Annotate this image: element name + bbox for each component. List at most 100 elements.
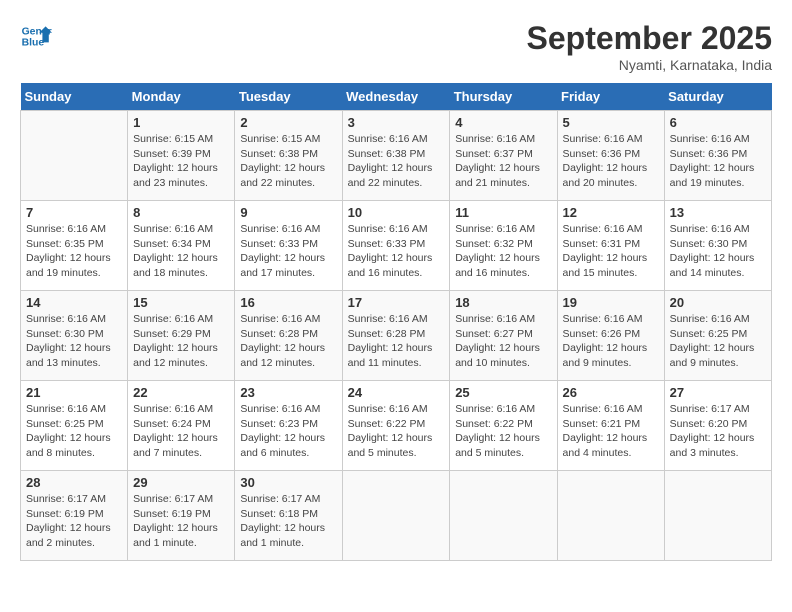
day-info: Sunrise: 6:16 AM Sunset: 6:22 PM Dayligh…: [455, 402, 551, 461]
day-info: Sunrise: 6:16 AM Sunset: 6:21 PM Dayligh…: [563, 402, 659, 461]
calendar-cell: 3 Sunrise: 6:16 AM Sunset: 6:38 PM Daylig…: [342, 111, 450, 201]
day-info: Sunrise: 6:16 AM Sunset: 6:26 PM Dayligh…: [563, 312, 659, 371]
day-info: Sunrise: 6:16 AM Sunset: 6:36 PM Dayligh…: [563, 132, 659, 191]
day-info: Sunrise: 6:16 AM Sunset: 6:33 PM Dayligh…: [240, 222, 336, 281]
day-number: 10: [348, 205, 445, 220]
day-number: 7: [26, 205, 122, 220]
day-info: Sunrise: 6:16 AM Sunset: 6:30 PM Dayligh…: [26, 312, 122, 371]
calendar-cell: 26 Sunrise: 6:16 AM Sunset: 6:21 PM Dayli…: [557, 381, 664, 471]
calendar-cell: 18Sunrise: 6:16 AM Sunset: 6:27 PM Dayli…: [450, 291, 557, 381]
day-info: Sunrise: 6:16 AM Sunset: 6:29 PM Dayligh…: [133, 312, 229, 371]
day-number: 25: [455, 385, 551, 400]
day-number: 8: [133, 205, 229, 220]
calendar-cell: 20 Sunrise: 6:16 AM Sunset: 6:25 PM Dayli…: [664, 291, 771, 381]
day-info: Sunrise: 6:16 AM Sunset: 6:36 PM Dayligh…: [670, 132, 766, 191]
day-header-tuesday: Tuesday: [235, 83, 342, 111]
day-header-wednesday: Wednesday: [342, 83, 450, 111]
calendar-cell: 5Sunrise: 6:16 AM Sunset: 6:36 PM Daylig…: [557, 111, 664, 201]
day-info: Sunrise: 6:17 AM Sunset: 6:20 PM Dayligh…: [670, 402, 766, 461]
day-number: 1: [133, 115, 229, 130]
day-header-sunday: Sunday: [21, 83, 128, 111]
svg-text:Blue: Blue: [22, 38, 45, 49]
day-info: Sunrise: 6:16 AM Sunset: 6:28 PM Dayligh…: [348, 312, 445, 371]
day-number: 3: [348, 115, 445, 130]
calendar-cell: 4Sunrise: 6:16 AM Sunset: 6:37 PM Daylig…: [450, 111, 557, 201]
logo-icon: General Blue: [20, 20, 52, 52]
calendar-cell: [664, 471, 771, 561]
day-header-friday: Friday: [557, 83, 664, 111]
day-number: 28: [26, 475, 122, 490]
calendar-cell: 13 Sunrise: 6:16 AM Sunset: 6:30 PM Dayli…: [664, 201, 771, 291]
header-row: SundayMondayTuesdayWednesdayThursdayFrid…: [21, 83, 772, 111]
calendar-cell: 25 Sunrise: 6:16 AM Sunset: 6:22 PM Dayli…: [450, 381, 557, 471]
calendar-cell: 29Sunrise: 6:17 AM Sunset: 6:19 PM Dayli…: [128, 471, 235, 561]
calendar-cell: 9 Sunrise: 6:16 AM Sunset: 6:33 PM Daylig…: [235, 201, 342, 291]
day-info: Sunrise: 6:17 AM Sunset: 6:19 PM Dayligh…: [26, 492, 122, 551]
calendar-cell: [557, 471, 664, 561]
day-number: 12: [563, 205, 659, 220]
calendar-cell: 17Sunrise: 6:16 AM Sunset: 6:28 PM Dayli…: [342, 291, 450, 381]
calendar-cell: 28 Sunrise: 6:17 AM Sunset: 6:19 PM Dayli…: [21, 471, 128, 561]
calendar-cell: [450, 471, 557, 561]
day-header-thursday: Thursday: [450, 83, 557, 111]
week-row-4: 21 Sunrise: 6:16 AM Sunset: 6:25 PM Dayli…: [21, 381, 772, 471]
day-info: Sunrise: 6:16 AM Sunset: 6:38 PM Dayligh…: [348, 132, 445, 191]
day-number: 13: [670, 205, 766, 220]
day-header-monday: Monday: [128, 83, 235, 111]
day-number: 24: [348, 385, 445, 400]
day-info: Sunrise: 6:16 AM Sunset: 6:32 PM Dayligh…: [455, 222, 551, 281]
calendar-table: SundayMondayTuesdayWednesdayThursdayFrid…: [20, 83, 772, 561]
calendar-cell: 15 Sunrise: 6:16 AM Sunset: 6:29 PM Dayli…: [128, 291, 235, 381]
day-number: 6: [670, 115, 766, 130]
day-number: 4: [455, 115, 551, 130]
calendar-cell: 12 Sunrise: 6:16 AM Sunset: 6:31 PM Dayli…: [557, 201, 664, 291]
day-info: Sunrise: 6:17 AM Sunset: 6:19 PM Dayligh…: [133, 492, 229, 551]
logo: General Blue General Blue: [20, 20, 52, 52]
day-header-saturday: Saturday: [664, 83, 771, 111]
calendar-cell: 27 Sunrise: 6:17 AM Sunset: 6:20 PM Dayli…: [664, 381, 771, 471]
week-row-1: 1 Sunrise: 6:15 AM Sunset: 6:39 PM Daylig…: [21, 111, 772, 201]
day-info: Sunrise: 6:16 AM Sunset: 6:35 PM Dayligh…: [26, 222, 122, 281]
day-info: Sunrise: 6:16 AM Sunset: 6:22 PM Dayligh…: [348, 402, 445, 461]
calendar-cell: 19 Sunrise: 6:16 AM Sunset: 6:26 PM Dayli…: [557, 291, 664, 381]
day-info: Sunrise: 6:16 AM Sunset: 6:31 PM Dayligh…: [563, 222, 659, 281]
calendar-cell: 24 Sunrise: 6:16 AM Sunset: 6:22 PM Dayli…: [342, 381, 450, 471]
day-info: Sunrise: 6:16 AM Sunset: 6:30 PM Dayligh…: [670, 222, 766, 281]
week-row-2: 7 Sunrise: 6:16 AM Sunset: 6:35 PM Daylig…: [21, 201, 772, 291]
day-number: 15: [133, 295, 229, 310]
day-number: 14: [26, 295, 122, 310]
day-number: 20: [670, 295, 766, 310]
day-number: 27: [670, 385, 766, 400]
day-info: Sunrise: 6:15 AM Sunset: 6:38 PM Dayligh…: [240, 132, 336, 191]
day-number: 19: [563, 295, 659, 310]
day-number: 9: [240, 205, 336, 220]
calendar-cell: [342, 471, 450, 561]
month-title: September 2025: [527, 20, 772, 57]
day-info: Sunrise: 6:16 AM Sunset: 6:27 PM Dayligh…: [455, 312, 551, 371]
day-number: 26: [563, 385, 659, 400]
calendar-cell: 7 Sunrise: 6:16 AM Sunset: 6:35 PM Daylig…: [21, 201, 128, 291]
calendar-cell: 22Sunrise: 6:16 AM Sunset: 6:24 PM Dayli…: [128, 381, 235, 471]
calendar-cell: 23Sunrise: 6:16 AM Sunset: 6:23 PM Dayli…: [235, 381, 342, 471]
title-block: September 2025 Nyamti, Karnataka, India: [527, 20, 772, 73]
day-info: Sunrise: 6:16 AM Sunset: 6:24 PM Dayligh…: [133, 402, 229, 461]
calendar-cell: 1 Sunrise: 6:15 AM Sunset: 6:39 PM Daylig…: [128, 111, 235, 201]
day-info: Sunrise: 6:16 AM Sunset: 6:34 PM Dayligh…: [133, 222, 229, 281]
day-info: Sunrise: 6:15 AM Sunset: 6:39 PM Dayligh…: [133, 132, 229, 191]
calendar-cell: [21, 111, 128, 201]
day-info: Sunrise: 6:16 AM Sunset: 6:28 PM Dayligh…: [240, 312, 336, 371]
calendar-cell: 21 Sunrise: 6:16 AM Sunset: 6:25 PM Dayli…: [21, 381, 128, 471]
week-row-3: 14 Sunrise: 6:16 AM Sunset: 6:30 PM Dayli…: [21, 291, 772, 381]
day-number: 11: [455, 205, 551, 220]
calendar-cell: 10Sunrise: 6:16 AM Sunset: 6:33 PM Dayli…: [342, 201, 450, 291]
calendar-cell: 11 Sunrise: 6:16 AM Sunset: 6:32 PM Dayli…: [450, 201, 557, 291]
day-info: Sunrise: 6:16 AM Sunset: 6:23 PM Dayligh…: [240, 402, 336, 461]
day-info: Sunrise: 6:16 AM Sunset: 6:25 PM Dayligh…: [670, 312, 766, 371]
day-number: 21: [26, 385, 122, 400]
calendar-cell: 8 Sunrise: 6:16 AM Sunset: 6:34 PM Daylig…: [128, 201, 235, 291]
day-number: 30: [240, 475, 336, 490]
day-info: Sunrise: 6:16 AM Sunset: 6:25 PM Dayligh…: [26, 402, 122, 461]
location: Nyamti, Karnataka, India: [527, 57, 772, 73]
calendar-cell: 2Sunrise: 6:15 AM Sunset: 6:38 PM Daylig…: [235, 111, 342, 201]
calendar-cell: 30Sunrise: 6:17 AM Sunset: 6:18 PM Dayli…: [235, 471, 342, 561]
